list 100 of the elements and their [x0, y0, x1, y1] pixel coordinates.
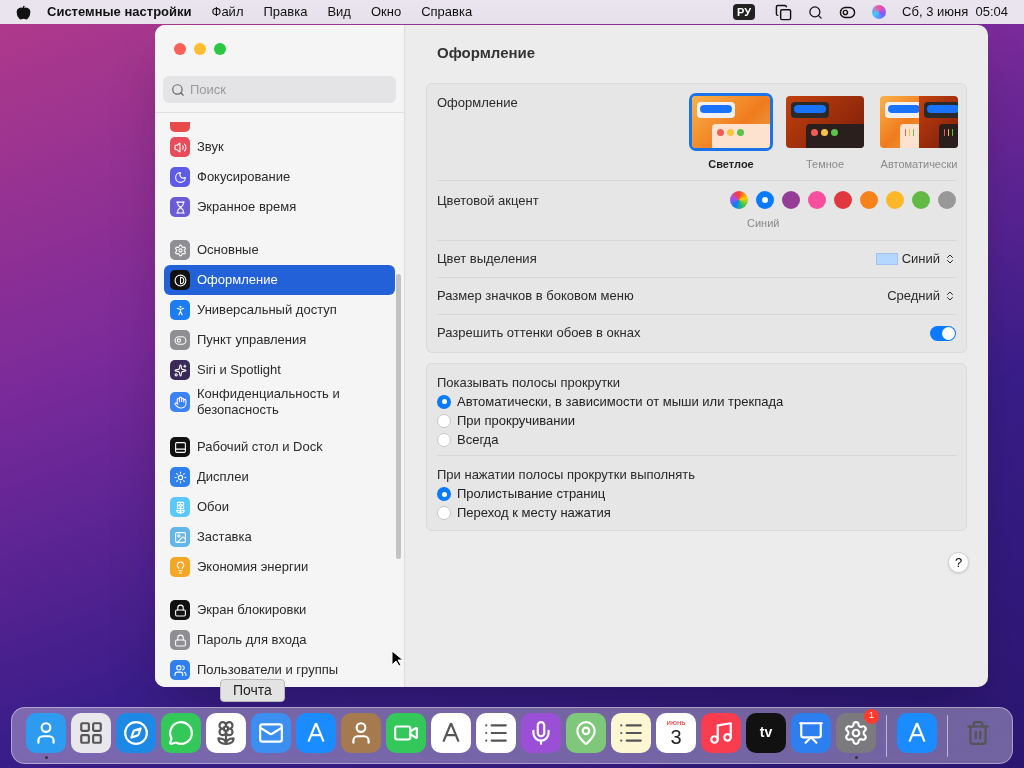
- setting-label: Цветовой акцент: [437, 192, 539, 210]
- app-store-icon[interactable]: [296, 712, 336, 753]
- accent-color-swatch[interactable]: [860, 191, 878, 209]
- setting-label: Цвет выделения: [437, 249, 537, 268]
- setting-label: Оформление: [437, 93, 518, 112]
- sidebar-item[interactable]: Заставка: [164, 522, 395, 552]
- radio-button[interactable]: [437, 413, 451, 428]
- color-swatch: [875, 252, 898, 265]
- accent-color-swatch[interactable]: [886, 191, 904, 209]
- radio-label: Пролистывание страниц: [457, 485, 606, 504]
- mouse-cursor-icon: [391, 650, 402, 667]
- sidebar-item[interactable]: Звук: [164, 132, 395, 162]
- search-field[interactable]: Поиск: [163, 76, 396, 103]
- menu-item[interactable]: Вид: [327, 2, 351, 22]
- help-button[interactable]: ?: [948, 551, 969, 573]
- contrast-icon: [170, 270, 190, 290]
- notes-icon[interactable]: [611, 712, 651, 753]
- radio-button[interactable]: [437, 506, 451, 520]
- accent-caption: Синий: [747, 216, 780, 231]
- flower-icon[interactable]: [206, 712, 246, 753]
- group-label: Показывать полосы прокрутки: [437, 373, 622, 392]
- sidebar-item[interactable]: Рабочий стол и Dock: [164, 432, 395, 462]
- sidebar-item[interactable]: Siri и Spotlight: [164, 355, 395, 385]
- page-title: Оформление: [437, 43, 537, 63]
- message-icon[interactable]: [161, 712, 201, 753]
- music-note-icon[interactable]: [701, 712, 741, 753]
- scrollbar[interactable]: [396, 274, 401, 559]
- accent-color-swatch[interactable]: [730, 191, 748, 209]
- video-camera-icon[interactable]: [386, 712, 426, 753]
- list-icon[interactable]: [476, 712, 516, 753]
- flower-icon: [170, 497, 190, 517]
- search-icon: [171, 83, 185, 97]
- sidebar-item[interactable]: Оформление: [164, 265, 395, 295]
- close-button[interactable]: [174, 43, 186, 55]
- sidebar-item[interactable]: Конфиденциальность и безопасность: [164, 385, 395, 419]
- lock-icon: [170, 600, 190, 620]
- launchpad-icon[interactable]: [71, 712, 111, 753]
- radio-label: Автоматически, в зависимости от мыши или трекпада: [457, 392, 784, 411]
- group-label: При нажатии полосы прокрутки выполнять: [437, 466, 697, 484]
- sidebar-item[interactable]: Дисплеи: [164, 462, 395, 492]
- map-icon[interactable]: [566, 712, 606, 753]
- tv-logo-text: tv: [759, 723, 773, 742]
- contacts-icon[interactable]: [341, 712, 381, 753]
- hourglass-icon: [170, 197, 190, 217]
- radio-label: При прокручивании: [457, 411, 575, 430]
- users-icon: [170, 660, 190, 680]
- calendar-icon[interactable]: июнь 3: [656, 712, 696, 753]
- menu-item[interactable]: Справка: [421, 2, 473, 22]
- person-icon: [170, 300, 190, 320]
- radio-label: Переход к месту нажатия: [457, 504, 611, 523]
- menu-item[interactable]: Правка: [263, 2, 308, 22]
- accent-color-swatch[interactable]: [912, 191, 930, 209]
- tv-app-icon[interactable]: tv: [746, 712, 786, 753]
- windows-icon[interactable]: [775, 3, 793, 21]
- gear-icon[interactable]: [836, 712, 876, 753]
- app-store-icon[interactable]: [897, 712, 937, 753]
- sidebar-item[interactable]: Обои: [164, 492, 395, 522]
- compass-icon[interactable]: [116, 712, 156, 753]
- input-source-indicator[interactable]: РУ: [733, 3, 756, 21]
- accent-color-swatch[interactable]: [756, 191, 774, 209]
- menu-item[interactable]: Окно: [370, 2, 402, 22]
- accent-color-swatch[interactable]: [782, 191, 800, 209]
- sidebar-item[interactable]: Пункт управления: [164, 325, 395, 355]
- siri-icon[interactable]: [872, 5, 887, 19]
- sidebar-item[interactable]: Основные: [164, 235, 395, 265]
- calendar-day: 3: [670, 726, 682, 747]
- sidebar-item[interactable]: Фокусирование: [164, 162, 395, 192]
- sidebar-item[interactable]: Экономия энергии: [164, 552, 395, 582]
- highlight-color-popup[interactable]: Синий: [875, 248, 956, 269]
- mail-icon[interactable]: [251, 712, 291, 753]
- search-icon[interactable]: [808, 4, 824, 20]
- radio-label: Всегда: [457, 430, 499, 449]
- sun-icon: [170, 467, 190, 487]
- menu-app-name[interactable]: Системные настройки: [47, 2, 192, 22]
- setting-label: Разрешить оттенки обоев в окнах: [437, 324, 641, 343]
- accent-color-swatch[interactable]: [808, 191, 826, 209]
- presentation-icon[interactable]: [791, 712, 831, 753]
- gear-icon: [170, 240, 190, 260]
- lock-icon: [170, 630, 190, 650]
- menu-clock[interactable]: Сб, 3 июня 05:04: [902, 2, 1008, 22]
- accent-color-swatch[interactable]: [834, 191, 852, 209]
- radio-button[interactable]: [437, 394, 451, 409]
- radio-button[interactable]: [437, 432, 451, 447]
- notification-badge: 1: [864, 708, 879, 724]
- toggle-switch[interactable]: [930, 325, 956, 341]
- icon-size-popup[interactable]: Средний: [887, 285, 956, 306]
- finder-icon[interactable]: [26, 712, 66, 753]
- sidebar-item[interactable]: Пароль для входа: [164, 625, 395, 655]
- accent-color-swatch[interactable]: [938, 191, 956, 209]
- appearance-option-label[interactable]: Светлое: [708, 155, 754, 172]
- podcast-icon[interactable]: [521, 712, 561, 753]
- dock-icon: [170, 437, 190, 457]
- appearance-thumbnail[interactable]: [689, 92, 773, 151]
- sidebar-item[interactable]: Экранное время: [164, 192, 395, 222]
- menu-item[interactable]: Файл: [211, 2, 244, 22]
- sidebar-item[interactable]: Универсальный доступ: [164, 295, 395, 325]
- sidebar-item[interactable]: Экран блокировки: [164, 595, 395, 625]
- apple-logo-icon[interactable]: [16, 4, 31, 20]
- picture-icon: [170, 527, 190, 547]
- radio-button[interactable]: [437, 487, 451, 501]
